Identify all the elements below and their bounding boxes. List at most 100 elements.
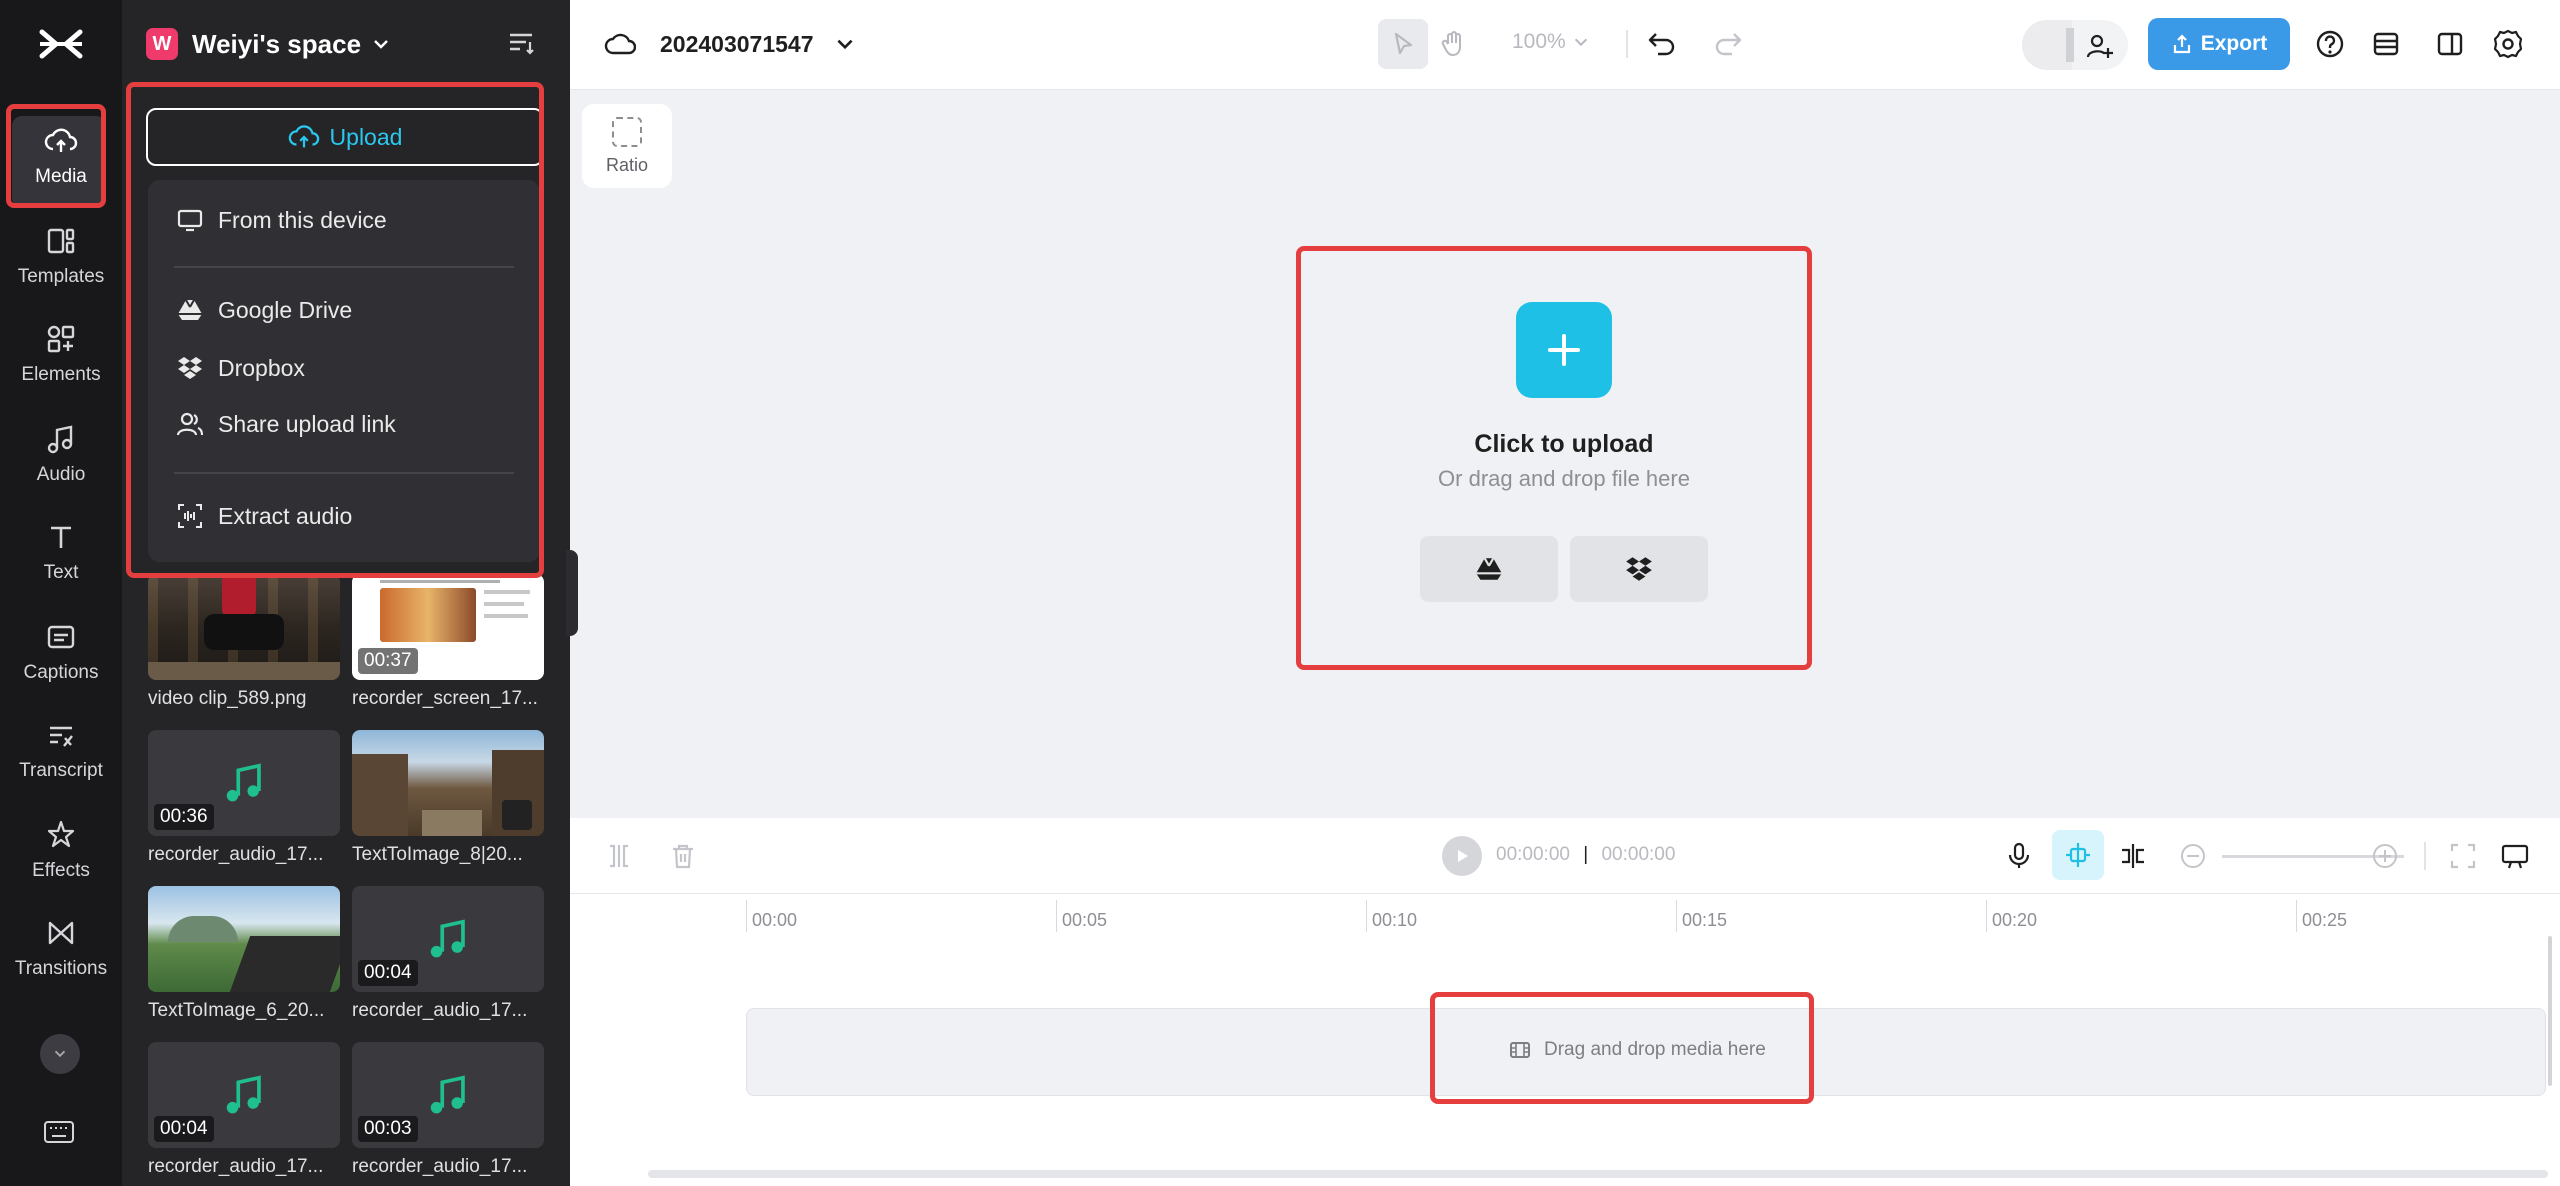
music-note-icon — [47, 425, 73, 454]
media-item[interactable]: 00:37 recorder_screen_17... — [352, 574, 544, 710]
zoom-in-icon[interactable] — [2370, 841, 2400, 871]
export-button[interactable]: Export — [2148, 18, 2290, 70]
export-icon — [2173, 34, 2190, 54]
current-time: 00:00:00 — [1496, 844, 1570, 865]
media-item[interactable]: 00:04 recorder_audio_17... — [352, 886, 544, 1022]
help-icon[interactable] — [2312, 26, 2348, 62]
rail-item-transcript[interactable]: Transcript — [0, 702, 122, 798]
auto-snap-toggle[interactable] — [2052, 830, 2104, 880]
rail-label-transcript: Transcript — [19, 760, 103, 781]
collaborators[interactable] — [2022, 20, 2128, 70]
rail-item-text[interactable]: Text — [0, 504, 122, 600]
media-thumbnail: 00:03 — [352, 1042, 544, 1148]
zoom-value: 100% — [1512, 30, 1566, 53]
media-duration: 00:36 — [154, 804, 214, 830]
delete-icon[interactable] — [668, 841, 698, 871]
media-thumbnail — [148, 574, 340, 680]
aspect-ratio-icon — [612, 116, 642, 147]
media-duration: 00:04 — [154, 1116, 214, 1142]
media-item[interactable]: 00:03 recorder_audio_17... — [352, 1042, 544, 1178]
media-thumbnail: 00:37 — [352, 574, 544, 680]
music-note-icon — [430, 1075, 465, 1114]
capcut-logo-icon[interactable] — [36, 24, 86, 64]
select-tool-button[interactable] — [1378, 19, 1428, 69]
canvas-tools — [1378, 18, 1478, 70]
timecode: 00:00:00 | 00:00:00 — [1496, 844, 1676, 865]
ruler-label: 00:05 — [1062, 910, 1108, 930]
rail-label-templates: Templates — [17, 266, 105, 287]
rail-label-captions: Captions — [23, 662, 99, 683]
microphone-icon[interactable] — [2004, 841, 2034, 871]
rail-item-effects[interactable]: Effects — [0, 802, 122, 898]
transcript-icon — [50, 726, 73, 747]
zoom-out-icon[interactable] — [2178, 841, 2208, 871]
timeline-vertical-scrollbar[interactable] — [2548, 936, 2552, 1086]
rail-item-audio[interactable]: Audio — [0, 406, 122, 502]
templates-icon — [47, 228, 75, 254]
ratio-button[interactable]: Ratio — [582, 104, 672, 188]
effects-icon — [47, 820, 75, 848]
media-item[interactable]: video clip_589.png — [148, 574, 340, 710]
rail-label-audio: Audio — [36, 464, 86, 485]
media-item[interactable]: TextToImage_6_20... — [148, 886, 340, 1022]
export-label: Export — [2200, 32, 2268, 55]
music-note-icon — [430, 919, 465, 958]
preview-screen-icon[interactable] — [2500, 841, 2530, 871]
hand-icon — [1441, 31, 1461, 56]
media-name: recorder_audio_17... — [352, 1000, 528, 1021]
media-duration: 00:37 — [358, 648, 418, 674]
project-title[interactable]: 202403071547 — [604, 24, 856, 64]
play-button[interactable] — [1442, 836, 1482, 876]
workspace-avatar: W — [146, 28, 178, 60]
panel-collapse-handle[interactable] — [566, 550, 578, 636]
media-highlight-box — [6, 104, 106, 208]
add-user-icon — [2086, 34, 2113, 58]
timeline-horizontal-scrollbar[interactable] — [648, 1170, 2548, 1178]
media-name: TextToImage_6_20... — [148, 1000, 325, 1021]
keyboard-icon[interactable] — [44, 1120, 74, 1144]
redo-icon[interactable] — [1710, 26, 1746, 62]
ratio-label: Ratio — [605, 154, 649, 175]
split-scene-icon[interactable] — [2118, 841, 2148, 871]
play-icon — [1458, 850, 1468, 862]
more-tools-button[interactable] — [40, 1034, 80, 1074]
rail-label-transitions: Transitions — [14, 958, 108, 979]
rail-label-effects: Effects — [32, 860, 90, 881]
media-thumbnail — [148, 886, 340, 992]
layout-panel-icon[interactable] — [2432, 26, 2468, 62]
total-time: 00:00:00 — [1601, 844, 1676, 865]
text-icon — [51, 526, 71, 548]
toolbar-divider — [1626, 30, 1628, 58]
media-name: recorder_screen_17... — [352, 688, 538, 709]
pointer-icon — [1394, 32, 1413, 55]
project-name: 202403071547 — [660, 30, 814, 57]
sort-icon[interactable] — [506, 28, 536, 58]
settings-gear-icon[interactable] — [2490, 26, 2526, 62]
media-item[interactable]: 00:36 recorder_audio_17... — [148, 730, 340, 866]
upload-zone-highlight-box — [1296, 246, 1812, 670]
rail-item-captions[interactable]: Captions — [0, 604, 122, 700]
track-highlight-box — [1430, 992, 1814, 1104]
rail-item-elements[interactable]: Elements — [0, 306, 122, 402]
music-note-icon — [226, 1075, 261, 1114]
ruler-label: 00:00 — [752, 910, 798, 930]
upload-menu-highlight-box — [126, 82, 544, 578]
layers-icon[interactable] — [2368, 26, 2404, 62]
hand-tool-button[interactable] — [1428, 19, 1478, 69]
fullscreen-icon[interactable] — [2448, 841, 2478, 871]
ruler-label: 00:20 — [1992, 910, 2038, 930]
undo-icon[interactable] — [1644, 26, 1680, 62]
workspace-name: Weiyi's space — [192, 28, 362, 59]
rail-item-templates[interactable]: Templates — [0, 208, 122, 304]
snap-icon — [2066, 843, 2090, 867]
split-icon[interactable] — [604, 841, 634, 871]
rail-item-transitions[interactable]: Transitions — [0, 900, 122, 996]
media-item[interactable]: TextToImage_8|20... — [352, 730, 544, 866]
toolbar-divider — [2424, 842, 2426, 870]
media-item[interactable]: 00:04 recorder_audio_17... — [148, 1042, 340, 1178]
ruler-label: 00:25 — [2302, 910, 2348, 930]
transitions-icon — [48, 921, 74, 945]
media-name: video clip_589.png — [148, 688, 307, 709]
zoom-select[interactable]: 100% — [1512, 30, 1590, 54]
workspace-switcher[interactable]: W Weiyi's space — [146, 24, 391, 64]
